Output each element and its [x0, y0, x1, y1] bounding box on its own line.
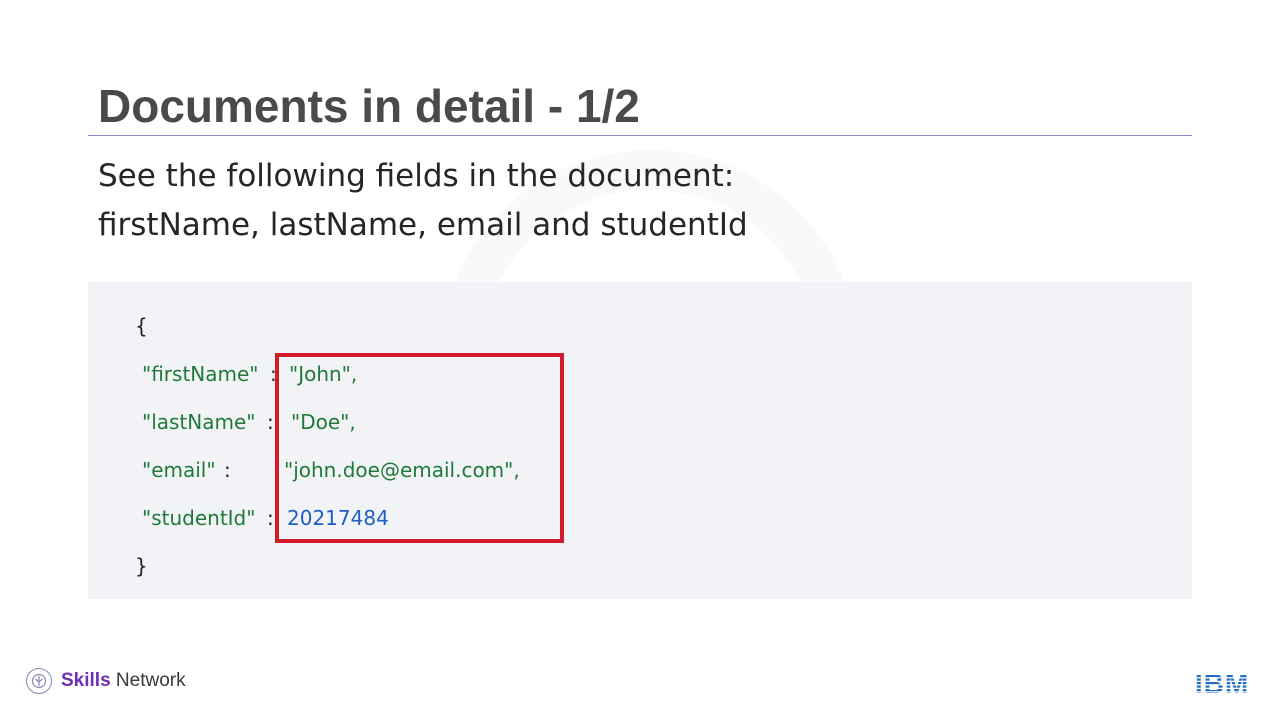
close-brace: }: [135, 554, 148, 578]
ibm-logo: IBM: [1195, 668, 1249, 696]
values-highlight-box: [275, 353, 564, 543]
brand-name-rest: Network: [110, 670, 186, 691]
slide-title: Documents in detail - 1/2: [98, 80, 640, 132]
field-colon: :: [224, 458, 231, 482]
field-key-firstname: "firstName": [142, 362, 259, 386]
brand-name-bold: Skills: [61, 670, 111, 691]
slide-subtitle: See the following fields in the document…: [98, 152, 748, 250]
field-key-email: "email": [142, 458, 216, 482]
skills-network-logo-icon: [26, 668, 52, 694]
brand-name: Skills Network: [61, 670, 186, 692]
subtitle-line-1: See the following fields in the document…: [98, 158, 735, 194]
title-divider: [88, 135, 1192, 136]
field-colon: :: [267, 506, 274, 530]
ibm-logo-text: IBM: [1195, 668, 1249, 696]
field-colon: :: [267, 410, 274, 434]
json-code-panel: [88, 282, 1192, 599]
field-key-studentid: "studentId": [142, 506, 256, 530]
open-brace: {: [135, 314, 148, 338]
skills-network-brand: Skills Network: [26, 668, 186, 694]
field-key-lastname: "lastName": [142, 410, 256, 434]
subtitle-line-2: firstName, lastName, email and studentId: [98, 207, 748, 243]
